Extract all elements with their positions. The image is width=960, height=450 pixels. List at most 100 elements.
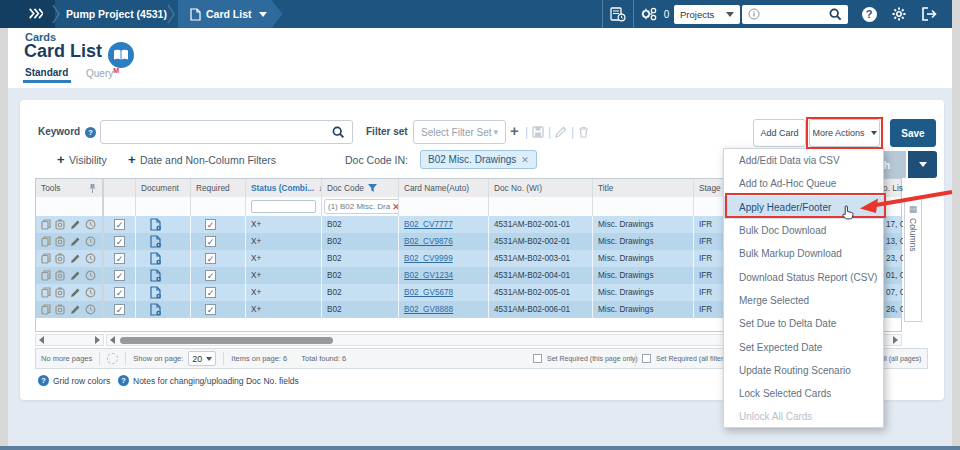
edit-filter-set-icon[interactable] — [555, 126, 567, 138]
card-name-link[interactable]: B02_CV9876 — [404, 237, 453, 246]
page-size-select[interactable]: 20 — [188, 351, 216, 366]
history-icon[interactable] — [85, 236, 96, 247]
add-card-button[interactable]: Add Card — [753, 119, 806, 147]
doc-code-chip[interactable]: B02 Misc. Drawings ✕ — [420, 150, 537, 169]
manual-book-icon[interactable] — [108, 42, 134, 68]
tab-query[interactable]: QueryM — [86, 67, 119, 79]
scope-select[interactable]: Projects — [674, 5, 740, 24]
col-header-card-name[interactable]: Card Name(Auto) — [399, 179, 489, 197]
breadcrumb-current-page[interactable]: Card List — [178, 0, 283, 28]
set-required-filtered-checkbox[interactable] — [642, 354, 651, 363]
edit-icon[interactable] — [70, 219, 81, 230]
app-logo-icon[interactable] — [29, 8, 43, 19]
history-icon[interactable] — [85, 219, 96, 230]
col-header-tools[interactable]: Tools — [36, 179, 104, 197]
doc-no-notes-help[interactable]: ? Notes for changing/uploading Doc No. f… — [118, 375, 299, 386]
pin-icon[interactable] — [88, 183, 97, 194]
col-header-required[interactable]: Required — [191, 179, 246, 197]
history-icon[interactable] — [85, 304, 96, 315]
status-filter-input[interactable] — [251, 200, 316, 213]
duplicate-icon[interactable] — [41, 270, 51, 281]
card-name-link[interactable]: B02_GV1234 — [404, 271, 453, 280]
set-required-page-checkbox[interactable] — [533, 354, 542, 363]
snapshot-icon[interactable] — [55, 236, 66, 247]
duplicate-icon[interactable] — [41, 287, 51, 298]
snapshot-icon[interactable] — [55, 270, 66, 281]
history-icon[interactable] — [85, 270, 96, 281]
col-header-doc-no[interactable]: Doc No. (WI) — [489, 179, 593, 197]
document-gear-icon[interactable] — [150, 303, 162, 316]
menu-item-unlock-all-cards[interactable]: Unlock All Cards — [724, 405, 883, 428]
row-select-checkbox[interactable]: ✓ — [114, 287, 125, 298]
tab-standard[interactable]: Standard — [25, 67, 68, 78]
card-name-link[interactable]: B02_CV7777 — [404, 220, 453, 229]
col-header-doc-code[interactable]: Doc Code — [322, 179, 399, 197]
card-name-link[interactable]: B02_CV9999 — [404, 254, 453, 263]
col-header-title[interactable]: Title — [593, 179, 694, 197]
row-select-checkbox[interactable]: ✓ — [114, 304, 125, 315]
add-filter-set-icon[interactable]: + — [510, 122, 519, 139]
menu-item-bulk-markup-download[interactable]: Bulk Markup Download — [724, 242, 883, 265]
close-icon[interactable]: ✕ — [521, 155, 529, 165]
filter-set-select[interactable]: Select Filter Set ▾ — [413, 120, 506, 144]
history-icon[interactable] — [85, 287, 96, 298]
edit-icon[interactable] — [70, 253, 81, 264]
document-gear-icon[interactable] — [150, 252, 162, 265]
required-checkbox[interactable]: ✓ — [205, 287, 216, 298]
required-checkbox[interactable]: ✓ — [205, 304, 216, 315]
refresh-spinner-icon[interactable] — [107, 353, 118, 364]
snapshot-icon[interactable] — [55, 304, 66, 315]
date-filters-toggle[interactable]: Date and Non-Column Filters — [140, 154, 276, 166]
document-gear-icon[interactable] — [150, 269, 162, 282]
close-icon[interactable]: ✕ — [392, 202, 399, 212]
document-gear-icon[interactable] — [150, 235, 162, 248]
menu-item-bulk-doc-download[interactable]: Bulk Doc Download — [724, 219, 883, 242]
col-header-status[interactable]: Status (Combi...↓ — [246, 179, 322, 197]
doc-queue-icon[interactable] — [603, 0, 633, 28]
required-checkbox[interactable]: ✓ — [205, 270, 216, 281]
row-select-checkbox[interactable]: ✓ — [114, 236, 125, 247]
visibility-toggle[interactable]: Visibility — [69, 154, 107, 166]
help-icon[interactable]: ? — [854, 0, 884, 28]
menu-item-update-routing-scenario[interactable]: Update Routing Scenario — [724, 359, 883, 382]
duplicate-icon[interactable] — [41, 253, 51, 264]
menu-item-lock-selected-cards[interactable]: Lock Selected Cards — [724, 382, 883, 405]
frozen-scrollbar[interactable] — [35, 334, 104, 346]
duplicate-icon[interactable] — [41, 304, 51, 315]
required-checkbox[interactable]: ✓ — [205, 236, 216, 247]
edit-icon[interactable] — [70, 270, 81, 281]
required-checkbox[interactable]: ✓ — [205, 219, 216, 230]
save-filter-set-icon[interactable] — [532, 126, 544, 138]
edit-icon[interactable] — [70, 304, 81, 315]
snapshot-icon[interactable] — [55, 287, 66, 298]
logout-icon[interactable] — [914, 0, 944, 28]
edit-icon[interactable] — [70, 287, 81, 298]
delete-filter-set-icon[interactable] — [578, 126, 589, 138]
processes-icon[interactable]: 0 — [634, 0, 674, 28]
snapshot-icon[interactable] — [55, 253, 66, 264]
row-select-checkbox[interactable]: ✓ — [114, 219, 125, 230]
scrollbar-thumb[interactable] — [120, 337, 333, 344]
save-button[interactable]: Save — [890, 119, 936, 147]
history-icon[interactable] — [85, 253, 96, 264]
snapshot-icon[interactable] — [55, 219, 66, 230]
menu-item-set-expected-date[interactable]: Set Expected Date — [724, 335, 883, 358]
menu-item-download-status-report-csv-[interactable]: Download Status Report (CSV) — [724, 265, 883, 288]
row-select-checkbox[interactable]: ✓ — [114, 253, 125, 264]
breadcrumb-project[interactable]: Pump Project (4531) — [66, 8, 167, 20]
duplicate-icon[interactable] — [41, 236, 51, 247]
duplicate-icon[interactable] — [41, 219, 51, 230]
required-checkbox[interactable]: ✓ — [205, 253, 216, 264]
settings-gear-icon[interactable] — [884, 0, 914, 28]
keyword-input[interactable] — [100, 120, 353, 144]
row-select-checkbox[interactable]: ✓ — [114, 270, 125, 281]
col-header-document[interactable]: Document — [136, 179, 191, 197]
card-name-link[interactable]: B02_GV5678 — [404, 288, 453, 297]
document-gear-icon[interactable] — [150, 286, 162, 299]
document-gear-icon[interactable] — [150, 218, 162, 231]
global-search-input[interactable] — [742, 5, 848, 24]
menu-item-add-edit-data-via-csv[interactable]: Add/Edit Data via CSV — [724, 149, 883, 172]
menu-item-set-due-to-delta-date[interactable]: Set Due to Delta Date — [724, 312, 883, 335]
grid-row-colors-help[interactable]: ? Grid row colors — [38, 375, 110, 386]
doc-code-filter-chip[interactable]: (1) B02 Misc. Dra✕ — [324, 199, 399, 214]
